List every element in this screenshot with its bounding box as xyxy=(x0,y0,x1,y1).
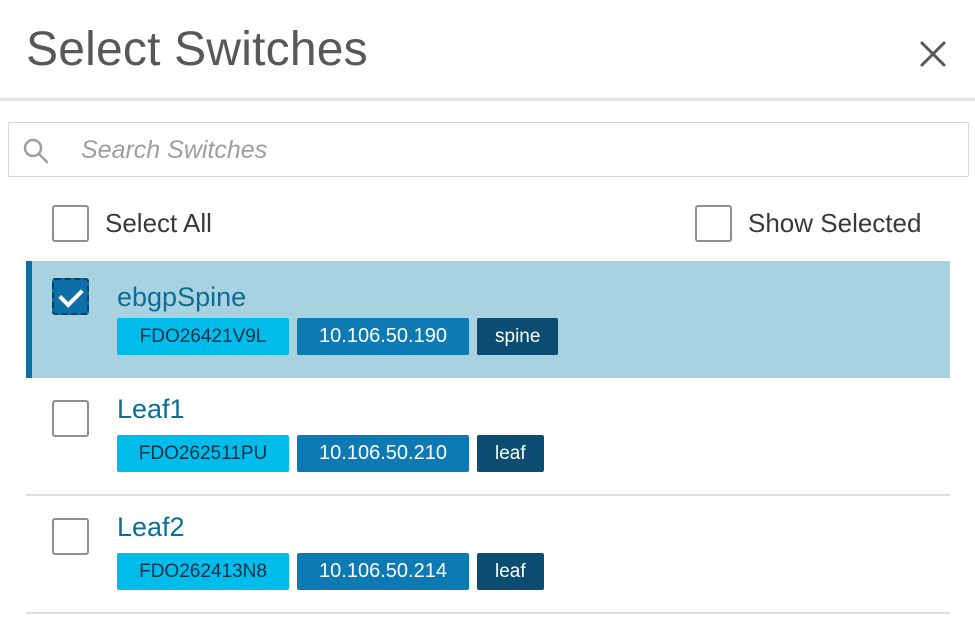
search-box[interactable] xyxy=(8,122,969,177)
select-all-label[interactable]: Select All xyxy=(105,208,212,239)
switch-row-leaf1[interactable]: Leaf1 FDO262511PU 10.106.50.210 leaf xyxy=(26,378,950,495)
dialog-header: Select Switches xyxy=(0,0,975,101)
switch-checkbox[interactable] xyxy=(52,278,89,315)
ip-tag: 10.106.50.214 xyxy=(297,553,469,590)
role-tag: leaf xyxy=(477,435,544,472)
switch-row-leaf2[interactable]: Leaf2 FDO262413N8 10.106.50.214 leaf xyxy=(26,496,950,613)
switch-checkbox[interactable] xyxy=(52,400,89,437)
switch-checkbox[interactable] xyxy=(52,518,89,555)
serial-tag: FDO262413N8 xyxy=(117,553,289,590)
role-tag: leaf xyxy=(477,553,544,590)
serial-tag: FDO262511PU xyxy=(117,435,289,472)
role-tag: spine xyxy=(477,318,559,355)
search-icon xyxy=(23,138,49,164)
ip-tag: 10.106.50.210 xyxy=(297,435,469,472)
switch-name: Leaf1 xyxy=(117,394,185,424)
switch-tags: FDO262413N8 10.106.50.214 leaf xyxy=(117,553,544,590)
close-icon[interactable] xyxy=(912,33,954,75)
row-divider xyxy=(26,612,950,614)
show-selected-checkbox[interactable] xyxy=(695,205,732,242)
switch-name: Leaf2 xyxy=(117,512,185,542)
dialog-title: Select Switches xyxy=(26,23,368,76)
search-input[interactable] xyxy=(81,131,951,169)
serial-tag: FDO26421V9L xyxy=(117,318,289,355)
show-selected-label[interactable]: Show Selected xyxy=(748,208,921,239)
switch-row-ebgpspine[interactable]: ebgpSpine FDO26421V9L 10.106.50.190 spin… xyxy=(26,261,950,378)
header-divider xyxy=(0,98,975,101)
switch-tags: FDO26421V9L 10.106.50.190 spine xyxy=(117,318,559,355)
select-all-checkbox[interactable] xyxy=(52,205,89,242)
switch-name: ebgpSpine xyxy=(117,282,247,312)
ip-tag: 10.106.50.190 xyxy=(297,318,469,355)
switch-tags: FDO262511PU 10.106.50.210 leaf xyxy=(117,435,544,472)
